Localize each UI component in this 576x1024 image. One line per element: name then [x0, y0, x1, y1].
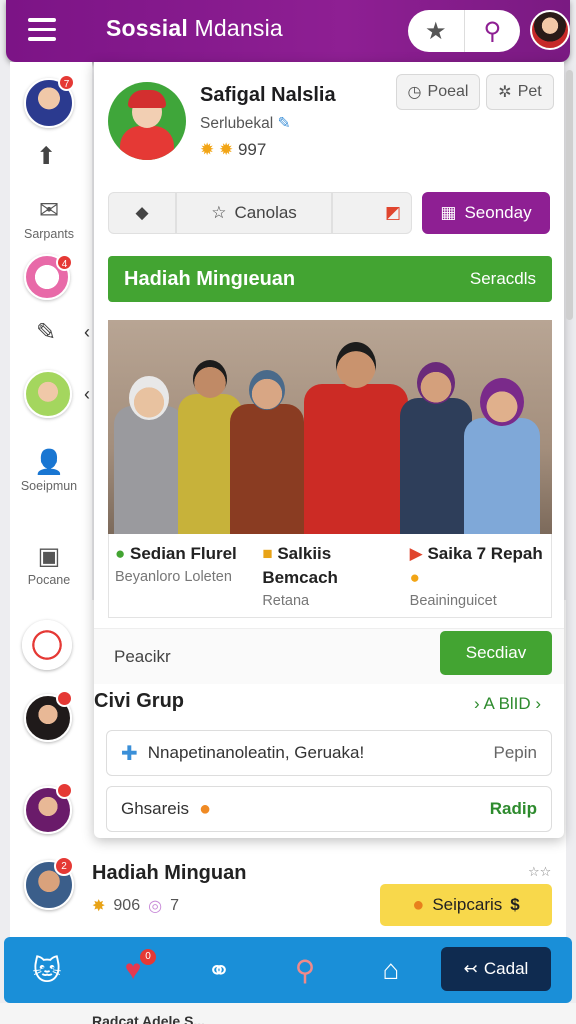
diamond-tab[interactable]: ◆ — [108, 192, 176, 234]
sun-icon: ✹ — [200, 140, 215, 159]
app-title: Sossial Mdansia — [106, 15, 283, 41]
pin-icon: ⚲ — [294, 954, 316, 986]
maps-icon: ◩ — [384, 203, 401, 222]
heart-icon: ♥ — [124, 954, 142, 985]
bottom-nav: 🐱 ♥ 0 ⚭ ⚲ ⌂ ↢ Cadal — [4, 937, 572, 1003]
feed-cta-button[interactable]: ● Seipcaris $ — [380, 884, 552, 926]
notification-badge: 2 — [54, 856, 74, 876]
info-grid: ● Sedian Flurel Beyanloro Loleten ■ Salk… — [108, 534, 552, 618]
profile-stats: ✹ ✹ 997 — [200, 140, 267, 159]
emoji-icon: ● — [412, 893, 425, 916]
weekly-banner[interactable]: Hadiah Mingıeuan Seracdls — [108, 256, 552, 302]
verified-icon: ✎ — [277, 115, 291, 132]
tab-seonday[interactable]: ▦ Seonday — [422, 192, 550, 234]
person-icon: 👤 — [34, 449, 64, 476]
rail-item-sarpants[interactable]: ✉ Sarpants — [8, 196, 90, 241]
nav-home[interactable]: 🐱 — [4, 937, 90, 1003]
rail-item-pocane[interactable]: ▣ Pocane — [8, 542, 90, 587]
profile-avatar[interactable] — [108, 82, 186, 160]
secdiav-button[interactable]: Secdiav — [440, 631, 552, 675]
nav-pin[interactable]: ⚲ — [262, 937, 348, 1003]
play-icon: ▶ — [409, 544, 423, 563]
top-actions: ★ ⚲ — [408, 10, 520, 52]
action-row: Peacikr Secdiav — [94, 628, 564, 684]
group-link[interactable]: › A BlID › — [474, 694, 541, 714]
rail-avatar[interactable] — [24, 370, 72, 418]
user-avatar[interactable] — [530, 10, 570, 50]
banner-action[interactable]: Seracdls — [470, 269, 536, 289]
feed-stats: ✸ 906 ◎ 7 — [92, 897, 179, 915]
house-icon: ⌂ — [382, 954, 400, 985]
envelope-icon: ✉ — [38, 197, 60, 224]
chevron-left-icon[interactable]: ‹ — [84, 384, 90, 405]
group-photo[interactable] — [108, 320, 552, 534]
nav-share[interactable]: ⚭ — [176, 937, 262, 1003]
chat-icon: ● — [115, 544, 126, 563]
info-item[interactable]: ● Sedian Flurel Beyanloro Loleten — [109, 534, 256, 617]
chevron-left-icon[interactable]: ‹ — [84, 322, 90, 343]
box-icon: ■ — [262, 544, 273, 563]
cadal-button[interactable]: ↢ Cadal — [441, 947, 551, 991]
rail-item-soeipmun[interactable]: 👤 Soeipmun — [8, 448, 90, 493]
square-icon: ▣ — [37, 543, 61, 570]
medal-icon: ◎ — [148, 898, 163, 915]
sun-icon: ✹ — [218, 140, 234, 159]
clock-icon: ◷ — [407, 84, 422, 101]
star-icon[interactable]: ★ — [408, 10, 465, 52]
diamond-icon: ◆ — [135, 203, 149, 222]
segment-bar: ◆ ☆ Canolas ◩ ▦ Seonday — [108, 192, 552, 234]
stars-icon: ☆☆ — [528, 864, 552, 879]
link-icon[interactable]: ⚲ — [465, 10, 521, 52]
pet-button[interactable]: ✲ Pet — [486, 74, 554, 110]
top-app-bar: Sossial Mdansia ★ ⚲ — [6, 0, 570, 62]
info-item[interactable]: ■ Salkiis Bemcach Retana — [256, 534, 403, 617]
arrow-up-icon[interactable]: ⬆ — [36, 142, 56, 171]
maps-tab[interactable]: ◩ — [332, 192, 412, 234]
arrow-icon: ↢ — [463, 959, 478, 978]
network-icon: ⚭ — [207, 954, 231, 986]
feed-title: Hadiah Minguan — [92, 862, 247, 884]
tab-canolas[interactable]: ☆ Canolas — [176, 192, 332, 234]
bottom-peek: Radcat Adele S... — [0, 1003, 576, 1024]
feed-avatar[interactable] — [22, 620, 72, 670]
nav-home-alt[interactable]: ⌂ — [348, 937, 434, 1003]
cat-icon: 🐱 — [32, 954, 62, 986]
notification-badge — [56, 782, 73, 799]
profile-name: Safigal Nalslia — [200, 84, 336, 106]
group-title: Civi Grup — [94, 690, 185, 712]
gear-icon: ✲ — [498, 84, 512, 101]
hamburger-icon[interactable] — [28, 18, 56, 42]
info-item[interactable]: ▶ Saika 7 Repah ● Beaininguicet — [404, 534, 551, 617]
scrollbar[interactable] — [566, 70, 573, 320]
notification-badge: 4 — [56, 254, 73, 271]
sparkle-icon: ✸ — [92, 898, 106, 915]
star-outline-icon: ☆ — [211, 203, 227, 222]
profile-subtitle: Serlubekal ✎ — [200, 115, 291, 132]
notification-badge — [56, 690, 73, 707]
notification-badge: 7 — [58, 74, 75, 91]
group-row[interactable]: Ghsareis ● Radip — [106, 786, 552, 832]
group-row[interactable]: ✚ Nnapetinanoleatin, Geruaka! Pepin — [106, 730, 552, 776]
emoji-icon: ● — [199, 797, 212, 820]
edit-icon[interactable]: ✎ — [36, 318, 56, 347]
calendar-icon: ▦ — [440, 203, 457, 222]
nav-badge: 0 — [140, 949, 156, 965]
emoji-icon: ● — [409, 568, 420, 587]
bandage-icon: ✚ — [121, 742, 138, 765]
poeal-button[interactable]: ◷ Poeal — [396, 74, 480, 110]
nav-likes[interactable]: ♥ 0 — [90, 937, 176, 1003]
profile-card: Safigal Nalslia Serlubekal ✎ ✹ ✹ 997 ◷ Po… — [94, 62, 564, 838]
